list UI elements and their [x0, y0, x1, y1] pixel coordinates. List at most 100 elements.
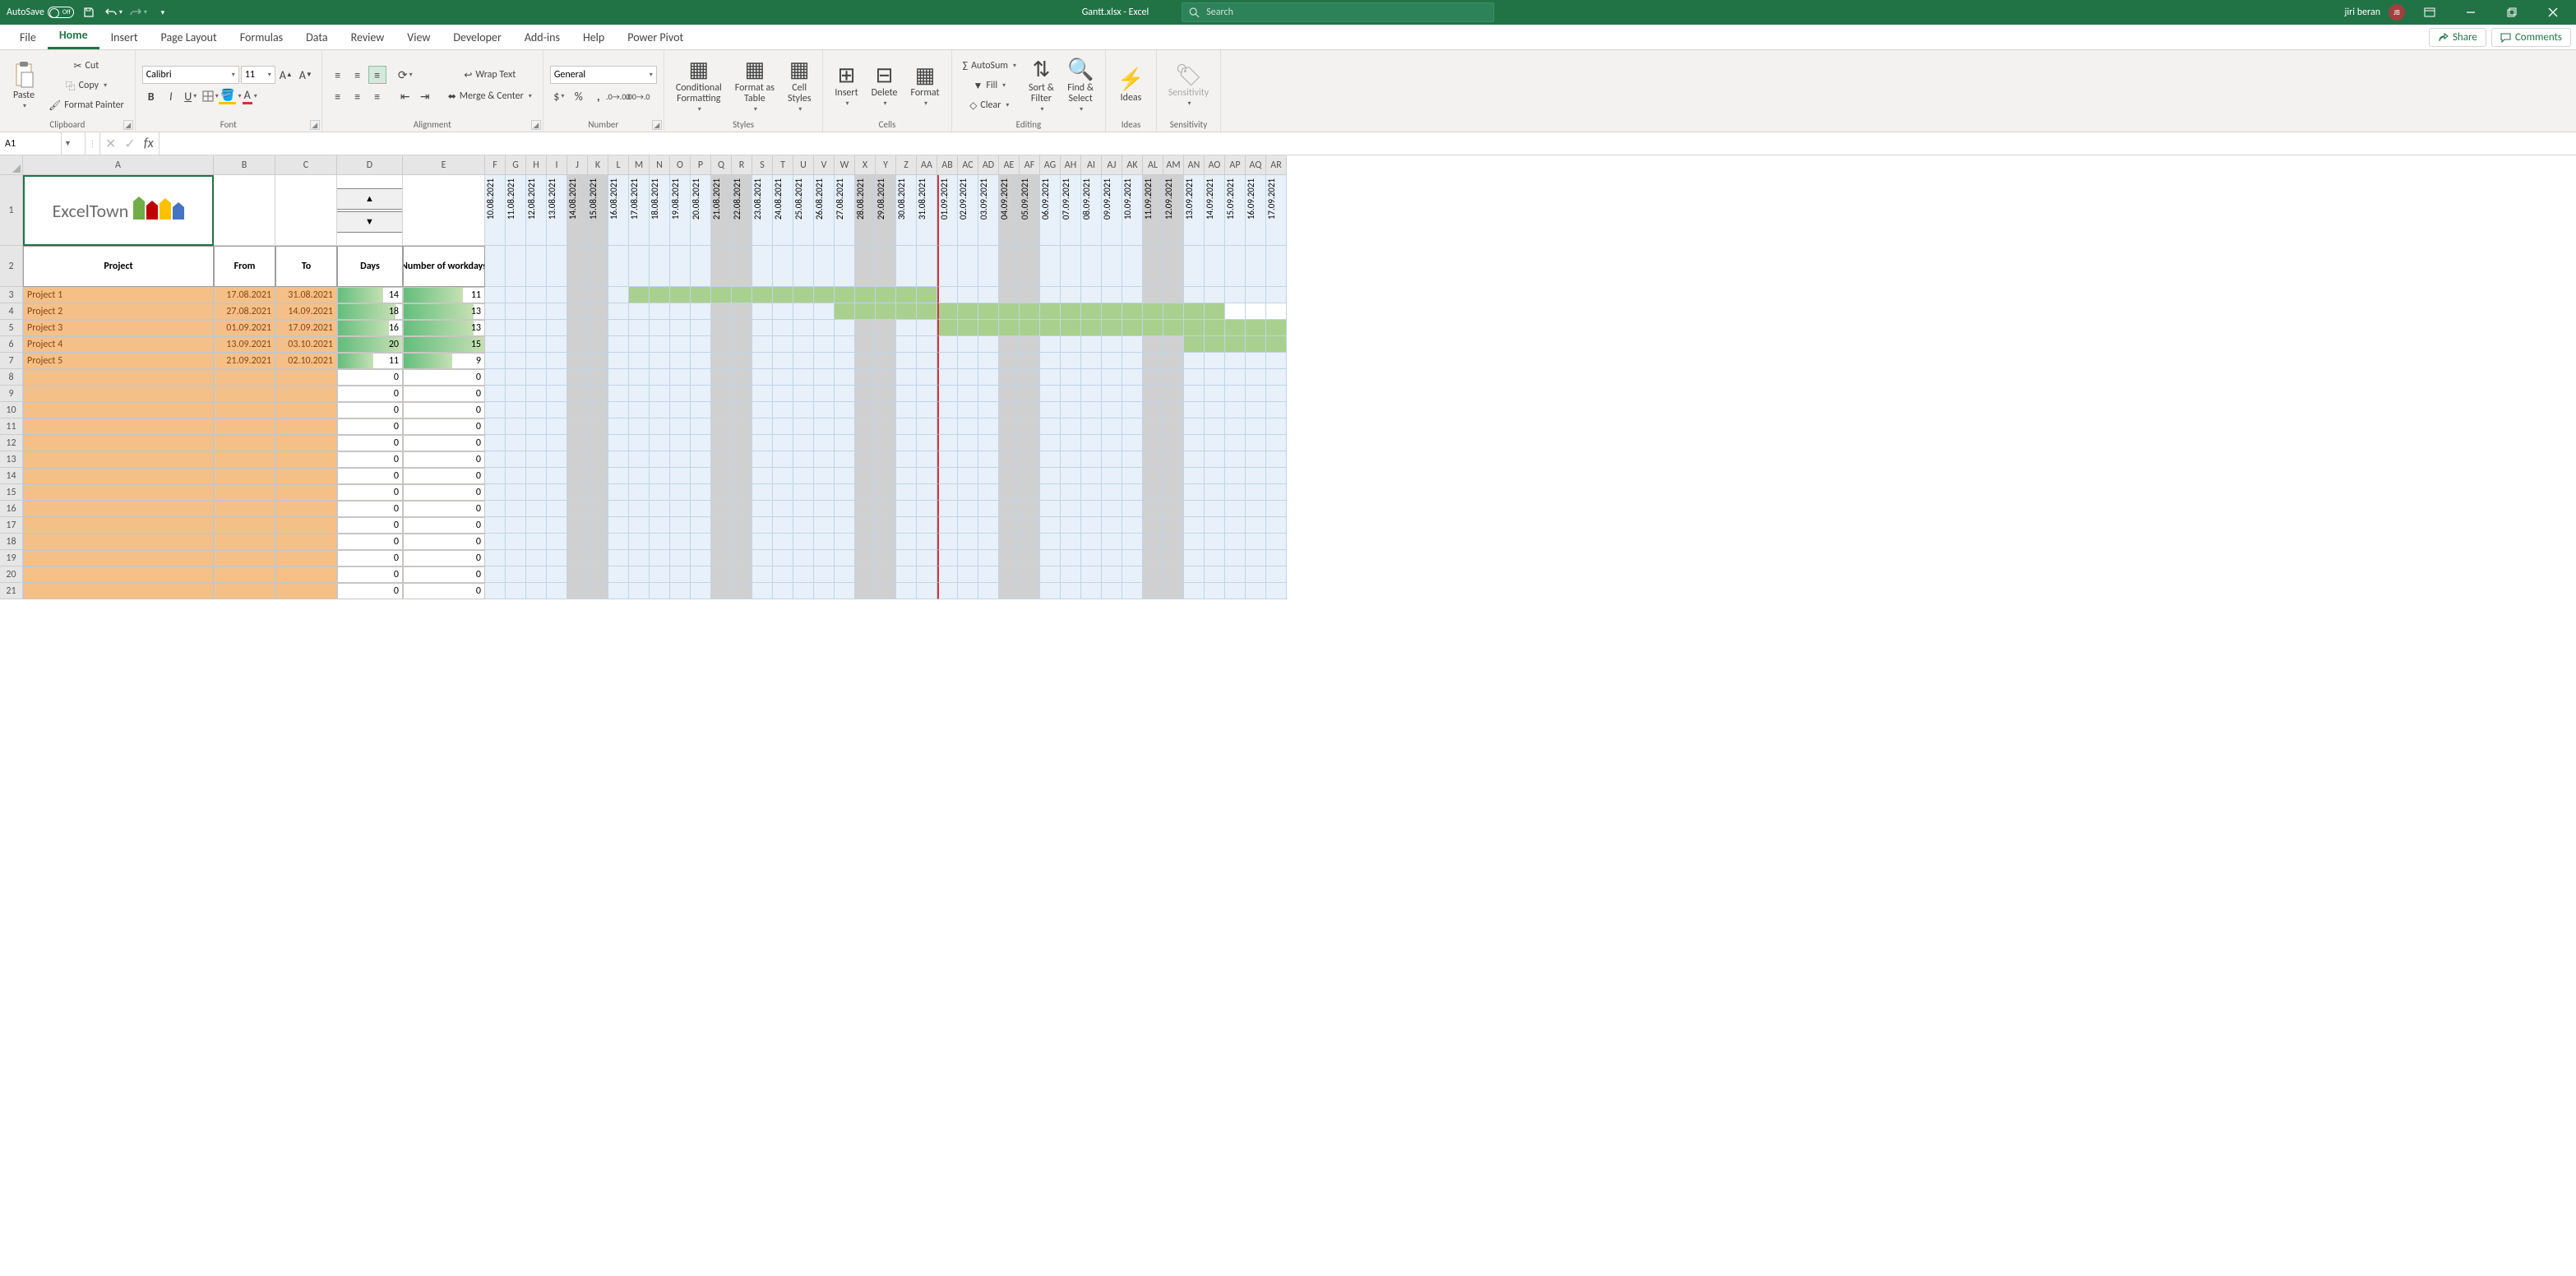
gantt-cell[interactable]: [1266, 534, 1287, 550]
from-date-cell[interactable]: 13.09.2021: [214, 336, 275, 353]
date-header-cell[interactable]: 07.09.2021: [1061, 175, 1081, 246]
gantt-cell[interactable]: [506, 550, 526, 566]
column-header[interactable]: I: [547, 155, 567, 175]
gantt-cell[interactable]: [855, 484, 876, 501]
gantt-cell[interactable]: [1040, 435, 1061, 451]
gantt-cell[interactable]: [896, 517, 917, 534]
gantt-cell[interactable]: [835, 550, 855, 566]
date-header-cell[interactable]: 16.09.2021: [1246, 175, 1266, 246]
to-date-cell[interactable]: [275, 566, 337, 583]
gantt-cell[interactable]: [773, 451, 793, 468]
tab-help[interactable]: Help: [571, 25, 616, 49]
gantt-cell[interactable]: [1061, 550, 1081, 566]
spinner-cell[interactable]: ▲▼: [337, 175, 403, 246]
gantt-cell[interactable]: [711, 468, 732, 484]
gantt-cell[interactable]: [1020, 468, 1040, 484]
gantt-cell[interactable]: [1163, 451, 1184, 468]
gantt-cell[interactable]: [1246, 468, 1266, 484]
gantt-cell[interactable]: [526, 336, 547, 353]
gantt-cell[interactable]: [937, 303, 958, 320]
gantt-cell[interactable]: [732, 534, 752, 550]
gantt-cell[interactable]: [588, 418, 608, 435]
gantt-cell[interactable]: [999, 336, 1020, 353]
gantt-cell[interactable]: [588, 468, 608, 484]
project-name-cell[interactable]: [23, 566, 214, 583]
gantt-cell[interactable]: [732, 501, 752, 517]
gantt-cell[interactable]: [1020, 320, 1040, 336]
gantt-cell[interactable]: [732, 320, 752, 336]
gantt-cell[interactable]: [773, 484, 793, 501]
column-header[interactable]: J: [567, 155, 588, 175]
days-cell[interactable]: 0: [337, 484, 403, 501]
row-header[interactable]: 2: [0, 246, 23, 287]
gantt-cell[interactable]: [1266, 550, 1287, 566]
column-header[interactable]: B: [214, 155, 275, 175]
gantt-cell[interactable]: [855, 418, 876, 435]
gantt-cell[interactable]: [650, 246, 670, 287]
gantt-cell[interactable]: [773, 566, 793, 583]
gantt-cell[interactable]: [547, 566, 567, 583]
gantt-cell[interactable]: [691, 246, 711, 287]
gantt-cell[interactable]: [629, 303, 650, 320]
gantt-cell[interactable]: [485, 435, 506, 451]
gantt-cell[interactable]: [1225, 303, 1246, 320]
date-header-cell[interactable]: 09.09.2021: [1102, 175, 1122, 246]
comments-button[interactable]: Comments: [2491, 28, 2571, 47]
fill-button[interactable]: ▼Fill▾: [959, 76, 1020, 95]
gantt-cell[interactable]: [629, 386, 650, 402]
gantt-cell[interactable]: [526, 468, 547, 484]
gantt-cell[interactable]: [670, 287, 691, 303]
share-button[interactable]: Share: [2429, 28, 2486, 47]
gantt-cell[interactable]: [855, 435, 876, 451]
gantt-cell[interactable]: [650, 451, 670, 468]
increase-decimal-icon[interactable]: .0→.00: [609, 87, 627, 105]
gantt-cell[interactable]: [629, 501, 650, 517]
column-header[interactable]: X: [855, 155, 876, 175]
gantt-cell[interactable]: [1184, 353, 1205, 369]
decrease-decimal-icon[interactable]: .00→.0: [629, 87, 647, 105]
gantt-cell[interactable]: [1122, 246, 1143, 287]
gantt-cell[interactable]: [855, 550, 876, 566]
gantt-cell[interactable]: [1225, 517, 1246, 534]
gantt-cell[interactable]: [1061, 353, 1081, 369]
gantt-cell[interactable]: [1266, 501, 1287, 517]
gantt-cell[interactable]: [732, 517, 752, 534]
gantt-cell[interactable]: [1225, 353, 1246, 369]
name-box-dropdown[interactable]: ▼: [61, 132, 74, 155]
gantt-cell[interactable]: [485, 418, 506, 435]
gantt-cell[interactable]: [876, 435, 896, 451]
gantt-cell[interactable]: [608, 418, 629, 435]
gantt-cell[interactable]: [732, 287, 752, 303]
gantt-cell[interactable]: [835, 583, 855, 599]
gantt-cell[interactable]: [896, 402, 917, 418]
gantt-cell[interactable]: [506, 468, 526, 484]
gantt-cell[interactable]: [1081, 566, 1102, 583]
gantt-cell[interactable]: [629, 566, 650, 583]
gantt-cell[interactable]: [876, 583, 896, 599]
row-header[interactable]: 12: [0, 435, 23, 451]
gantt-cell[interactable]: [1143, 484, 1163, 501]
gantt-cell[interactable]: [711, 583, 732, 599]
gantt-cell[interactable]: [1163, 435, 1184, 451]
gantt-cell[interactable]: [1020, 451, 1040, 468]
cell[interactable]: [275, 175, 337, 246]
column-header[interactable]: AG: [1040, 155, 1061, 175]
ideas-button[interactable]: ⚡Ideas: [1112, 53, 1149, 118]
gantt-cell[interactable]: [1225, 566, 1246, 583]
days-cell[interactable]: 20: [337, 336, 403, 353]
days-cell[interactable]: 0: [337, 468, 403, 484]
gantt-cell[interactable]: [917, 418, 937, 435]
gantt-cell[interactable]: [670, 435, 691, 451]
gantt-cell[interactable]: [958, 386, 978, 402]
gantt-cell[interactable]: [917, 435, 937, 451]
gantt-cell[interactable]: [1246, 583, 1266, 599]
gantt-cell[interactable]: [876, 320, 896, 336]
column-header[interactable]: AI: [1081, 155, 1102, 175]
gantt-cell[interactable]: [937, 402, 958, 418]
project-name-cell[interactable]: [23, 402, 214, 418]
date-header-cell[interactable]: 22.08.2021: [732, 175, 752, 246]
gantt-cell[interactable]: [1020, 303, 1040, 320]
gantt-cell[interactable]: [896, 418, 917, 435]
italic-button[interactable]: I: [162, 87, 180, 105]
gantt-cell[interactable]: [978, 353, 999, 369]
